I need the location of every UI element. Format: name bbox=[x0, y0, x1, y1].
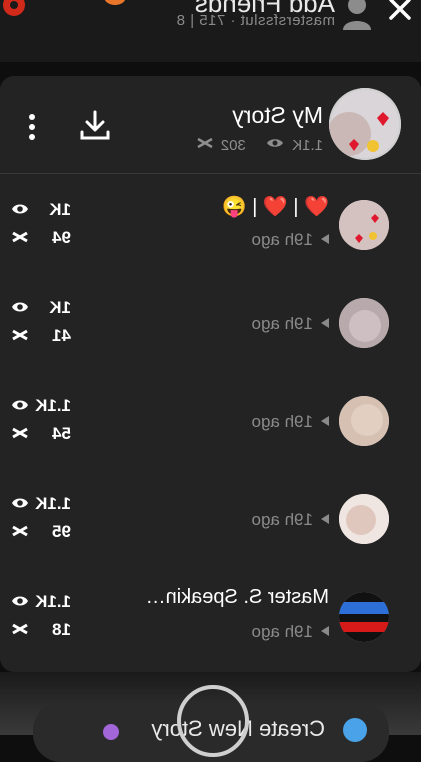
snap-title: ❤️ | ❤️ | 😜 bbox=[221, 196, 329, 218]
snap-views: 1.1K bbox=[7, 592, 71, 612]
screenshots-count: 41 bbox=[52, 326, 71, 345]
snap-row[interactable]: 19h ago 1.1K 95 bbox=[0, 472, 421, 570]
close-icon[interactable] bbox=[385, 0, 415, 24]
views-count: 1.1K bbox=[35, 396, 71, 415]
stories-screen: Add Friends mastersfsslut · 715 | 8 My S… bbox=[0, 0, 421, 762]
play-arrow-icon bbox=[321, 514, 329, 524]
gear-icon[interactable] bbox=[0, 0, 29, 20]
bitmoji-icon bbox=[104, 0, 126, 5]
snap-thumbnail bbox=[339, 200, 389, 250]
add-friend-avatar-icon[interactable] bbox=[341, 0, 373, 30]
views-count: 1.1K bbox=[292, 136, 323, 154]
snap-time: 19h ago bbox=[251, 412, 313, 431]
snap-time: 19h ago bbox=[251, 230, 313, 249]
eye-icon bbox=[12, 498, 28, 508]
my-story-title[interactable]: My Story bbox=[232, 102, 323, 129]
snap-time: 19h ago bbox=[251, 314, 313, 333]
snap-screenshots: 54 bbox=[7, 424, 71, 444]
create-story-icon bbox=[343, 718, 367, 742]
sticker-dot-icon bbox=[103, 724, 119, 740]
snap-time: 19h ago bbox=[251, 510, 313, 529]
snap-views: 1.1K bbox=[7, 494, 71, 514]
snap-row[interactable]: Master S. Speakin… 19h ago 1.1K 18 bbox=[0, 570, 421, 668]
play-arrow-icon bbox=[321, 416, 329, 426]
screenshots-count: 302 bbox=[220, 136, 246, 154]
more-options-icon[interactable] bbox=[27, 112, 37, 142]
snap-views: 1.1K bbox=[7, 396, 71, 416]
capture-button[interactable] bbox=[177, 685, 249, 757]
snap-screenshots: 95 bbox=[7, 522, 71, 542]
snap-views: 1K bbox=[7, 298, 71, 318]
divider bbox=[0, 173, 421, 174]
snap-screenshots: 41 bbox=[7, 326, 71, 346]
snap-thumbnail bbox=[339, 592, 389, 642]
my-story-thumbnail[interactable] bbox=[329, 88, 401, 160]
download-icon[interactable] bbox=[77, 108, 113, 144]
snap-thumbnail bbox=[339, 298, 389, 348]
screenshots-count: 95 bbox=[52, 522, 71, 541]
snap-thumbnail bbox=[339, 494, 389, 544]
screenshot-icon bbox=[12, 329, 28, 341]
stories-card: My Story 1.1K 302 ❤️ | ❤️ | 😜 19h ago 1K… bbox=[0, 76, 421, 672]
screenshots-count: 18 bbox=[52, 620, 71, 639]
eye-icon bbox=[266, 139, 283, 147]
play-arrow-icon bbox=[321, 234, 329, 244]
screenshot-icon bbox=[12, 623, 28, 635]
views-count: 1.1K bbox=[35, 592, 71, 611]
screenshots-count: 54 bbox=[52, 424, 71, 443]
play-arrow-icon bbox=[321, 626, 329, 636]
snap-row[interactable]: ❤️ | ❤️ | 😜 19h ago 1K 94 bbox=[0, 178, 421, 276]
eye-icon bbox=[12, 204, 28, 214]
my-story-stats: 1.1K 302 bbox=[196, 136, 323, 154]
snap-screenshots: 18 bbox=[7, 620, 71, 640]
header: Add Friends mastersfsslut · 715 | 8 bbox=[0, 0, 421, 62]
header-subtitle: mastersfsslut · 715 | 8 bbox=[176, 12, 335, 29]
snap-thumbnail bbox=[339, 396, 389, 446]
snap-screenshots: 94 bbox=[7, 228, 71, 248]
eye-icon bbox=[12, 400, 28, 410]
snap-title: Master S. Speakin… bbox=[145, 586, 329, 608]
snap-row[interactable]: 19h ago 1.1K 54 bbox=[0, 374, 421, 472]
screenshot-icon bbox=[12, 231, 28, 243]
views-count: 1K bbox=[49, 298, 71, 317]
play-arrow-icon bbox=[321, 318, 329, 328]
snap-row[interactable]: 19h ago 1K 41 bbox=[0, 276, 421, 374]
snap-views: 1K bbox=[7, 200, 71, 220]
screenshots-count: 94 bbox=[52, 228, 71, 247]
eye-icon bbox=[12, 302, 28, 312]
screenshot-icon bbox=[196, 137, 213, 149]
screenshot-icon bbox=[12, 525, 28, 537]
views-count: 1.1K bbox=[35, 494, 71, 513]
views-count: 1K bbox=[49, 200, 71, 219]
eye-icon bbox=[12, 596, 28, 606]
snap-time: 19h ago bbox=[251, 622, 313, 641]
screenshot-icon bbox=[12, 427, 28, 439]
